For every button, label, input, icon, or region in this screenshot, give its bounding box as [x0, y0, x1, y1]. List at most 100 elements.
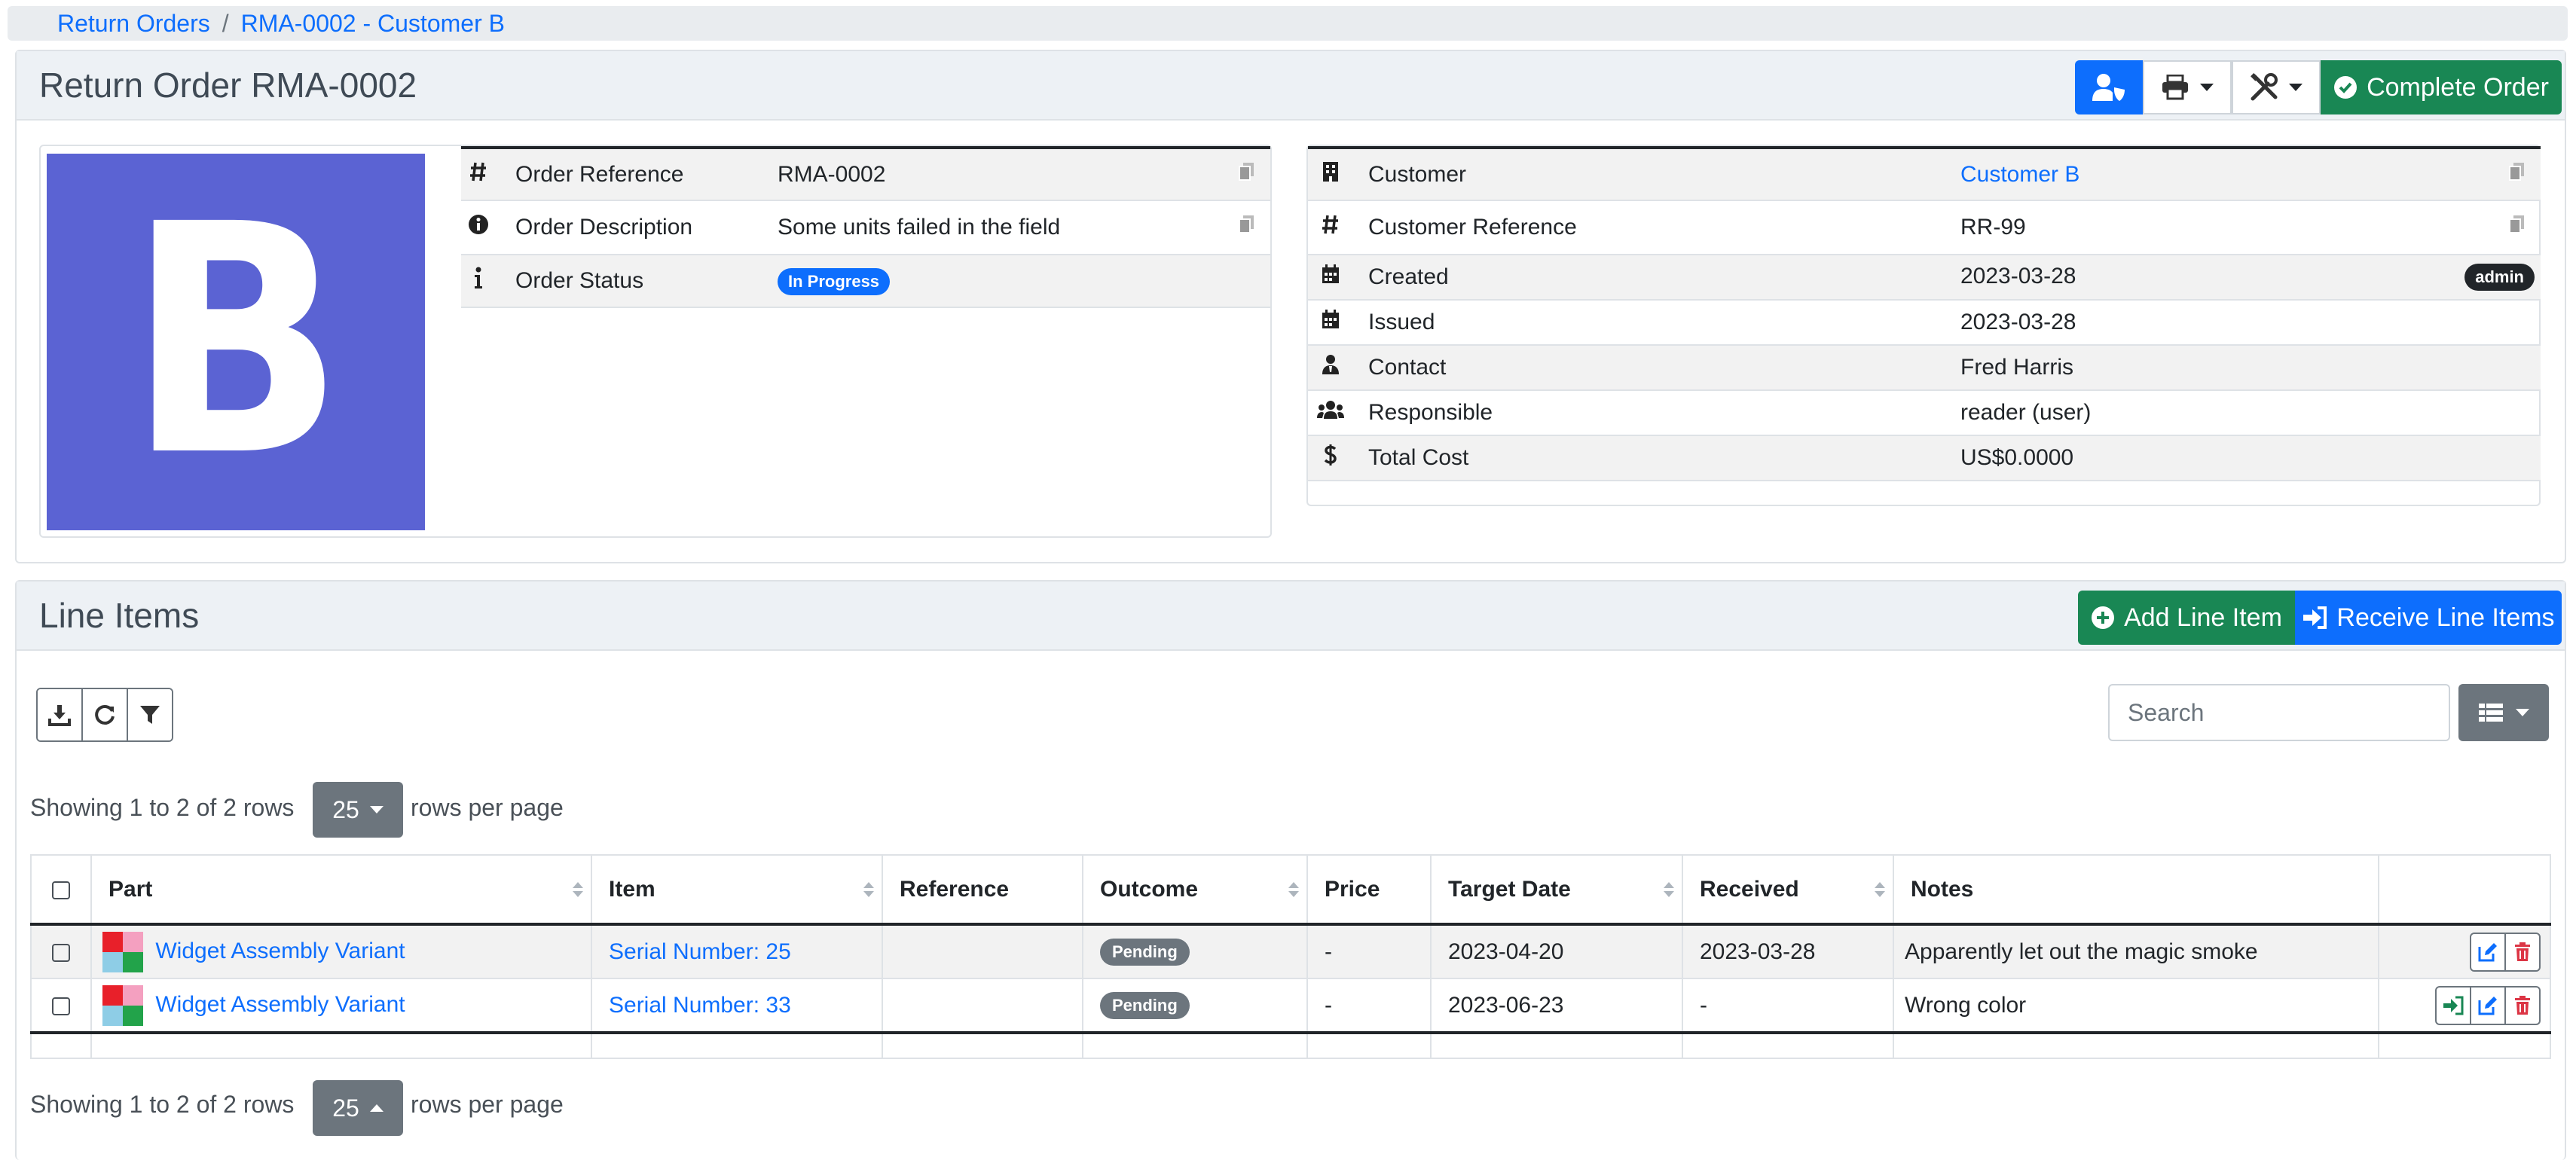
info-row-order-description: Order Description Some units failed in t… — [461, 200, 1270, 255]
sign-in-icon — [2303, 606, 2327, 629]
print-caret-icon — [2200, 84, 2214, 91]
edit-button[interactable] — [2470, 932, 2506, 972]
customer-link[interactable]: Customer B — [1960, 162, 2079, 187]
info-label: Total Cost — [1353, 435, 1960, 481]
breadcrumb-return-orders[interactable]: Return Orders — [57, 10, 210, 38]
footer-cell — [882, 1033, 1083, 1059]
select-all-cell — [30, 854, 92, 926]
footer-cell — [1306, 1033, 1432, 1059]
delete-button[interactable] — [2504, 932, 2541, 972]
info-label: Customer Reference — [1353, 200, 1960, 255]
column-header-target-date[interactable]: Target Date — [1430, 854, 1683, 926]
column-header-part[interactable]: Part — [90, 854, 592, 926]
search-input[interactable] — [2108, 684, 2450, 741]
sort-icon — [1288, 881, 1299, 897]
received-cell: 2023-03-28 — [1682, 923, 1894, 979]
copy-icon[interactable] — [2509, 215, 2526, 240]
add-line-item-label: Add Line Item — [2124, 603, 2282, 632]
page-size-dropdown-bottom[interactable]: 25 — [313, 1080, 403, 1136]
info-row-responsible: Responsible reader (user) — [1308, 390, 2541, 436]
info-row-total-cost: Total Cost US$0.0000 — [1308, 435, 2541, 481]
receive-item-button[interactable] — [2435, 985, 2471, 1025]
row-checkbox[interactable] — [52, 943, 70, 962]
breadcrumb-current-order[interactable]: RMA-0002 - Customer B — [241, 10, 505, 38]
column-header-label: Item — [609, 876, 655, 902]
trash-icon — [2515, 942, 2530, 961]
notes-cell: Wrong color — [1893, 978, 2379, 1034]
dollar-icon — [1308, 435, 1353, 481]
table-footer-row — [30, 1033, 2551, 1059]
info-value: In Progress — [778, 255, 1270, 308]
part-link[interactable]: Widget Assembly Variant — [155, 991, 405, 1016]
info-row-order-reference: Order Reference RMA-0002 — [461, 148, 1270, 201]
actions-cell — [2378, 923, 2551, 979]
part-cell: Widget Assembly Variant — [90, 923, 592, 979]
add-line-item-button[interactable]: Add Line Item — [2078, 591, 2295, 645]
customer-thumbnail: B — [47, 154, 425, 530]
price-cell: - — [1306, 923, 1432, 979]
info-row-created: Created 2023-03-28 admin — [1308, 255, 2541, 301]
breadcrumb: Return Orders / RMA-0002 - Customer B — [8, 6, 2568, 41]
price-cell: - — [1306, 978, 1432, 1034]
edit-icon — [2478, 942, 2497, 961]
copy-icon[interactable] — [2509, 162, 2526, 188]
info-label: Responsible — [1353, 390, 1960, 436]
assign-user-button[interactable] — [2075, 60, 2143, 114]
target-date-cell: 2023-04-20 — [1430, 923, 1683, 979]
check-circle-icon — [2334, 76, 2358, 99]
hash-icon — [1308, 200, 1353, 255]
page-size-dropdown-top[interactable]: 25 — [313, 782, 403, 838]
notes-cell: Apparently let out the magic smoke — [1893, 923, 2379, 979]
refresh-icon — [95, 705, 115, 725]
target-date-cell: 2023-06-23 — [1430, 978, 1683, 1034]
copy-icon[interactable] — [1239, 215, 1255, 240]
column-view-button[interactable] — [2458, 684, 2549, 741]
select-all-checkbox[interactable] — [52, 881, 70, 899]
page-title: Return Order RMA-0002 — [39, 66, 417, 105]
rows-per-page-label-top: rows per page — [411, 794, 564, 821]
user-tie-icon — [1308, 345, 1353, 391]
complete-order-button[interactable]: Complete Order — [2321, 60, 2562, 114]
table-toolbar — [36, 688, 173, 742]
serial-link[interactable]: Serial Number: 25 — [609, 939, 791, 964]
footer-cell — [30, 1033, 92, 1059]
column-header-received[interactable]: Received — [1682, 854, 1894, 926]
tools-button[interactable] — [2232, 60, 2321, 114]
customer-reference-value: RR-99 — [1960, 215, 2026, 240]
edit-icon — [2478, 996, 2497, 1015]
delete-button[interactable] — [2504, 985, 2541, 1025]
column-header-outcome[interactable]: Outcome — [1082, 854, 1308, 926]
column-header-label: Target Date — [1448, 876, 1571, 902]
print-icon — [2162, 75, 2188, 100]
filter-button[interactable] — [128, 689, 172, 740]
part-link[interactable]: Widget Assembly Variant — [155, 938, 405, 963]
print-button[interactable] — [2143, 60, 2232, 114]
download-icon — [48, 705, 71, 726]
info-label: Issued — [1353, 300, 1960, 346]
info-value: RMA-0002 — [778, 148, 1270, 201]
column-header-label: Part — [108, 876, 153, 902]
info-value: reader (user) — [1960, 390, 2541, 436]
receive-line-items-button[interactable]: Receive Line Items — [2295, 591, 2562, 645]
info-value: 2023-03-28 admin — [1960, 255, 2541, 301]
serial-link[interactable]: Serial Number: 33 — [609, 993, 791, 1018]
line-items-table: Part Item Reference Outcome Price Target… — [30, 854, 2551, 1059]
refresh-button[interactable] — [83, 689, 128, 740]
download-button[interactable] — [38, 689, 83, 740]
column-header-label: Notes — [1911, 876, 1974, 902]
tools-caret-icon — [2289, 84, 2303, 91]
receive-line-items-label: Receive Line Items — [2336, 603, 2555, 632]
row-checkbox[interactable] — [52, 997, 70, 1015]
info-icon — [461, 255, 496, 308]
copy-icon[interactable] — [1239, 162, 1255, 188]
pagination-info-top: Showing 1 to 2 of 2 rows — [30, 794, 295, 821]
item-cell: Serial Number: 25 — [591, 923, 883, 979]
edit-button[interactable] — [2470, 985, 2506, 1025]
sign-in-icon — [2443, 996, 2464, 1015]
column-header-reference: Reference — [882, 854, 1083, 926]
part-thumbnail-icon — [102, 931, 143, 972]
sort-icon — [1664, 881, 1674, 897]
plus-circle-icon — [2092, 606, 2115, 629]
chevron-down-icon — [369, 806, 383, 814]
column-header-item[interactable]: Item — [591, 854, 883, 926]
